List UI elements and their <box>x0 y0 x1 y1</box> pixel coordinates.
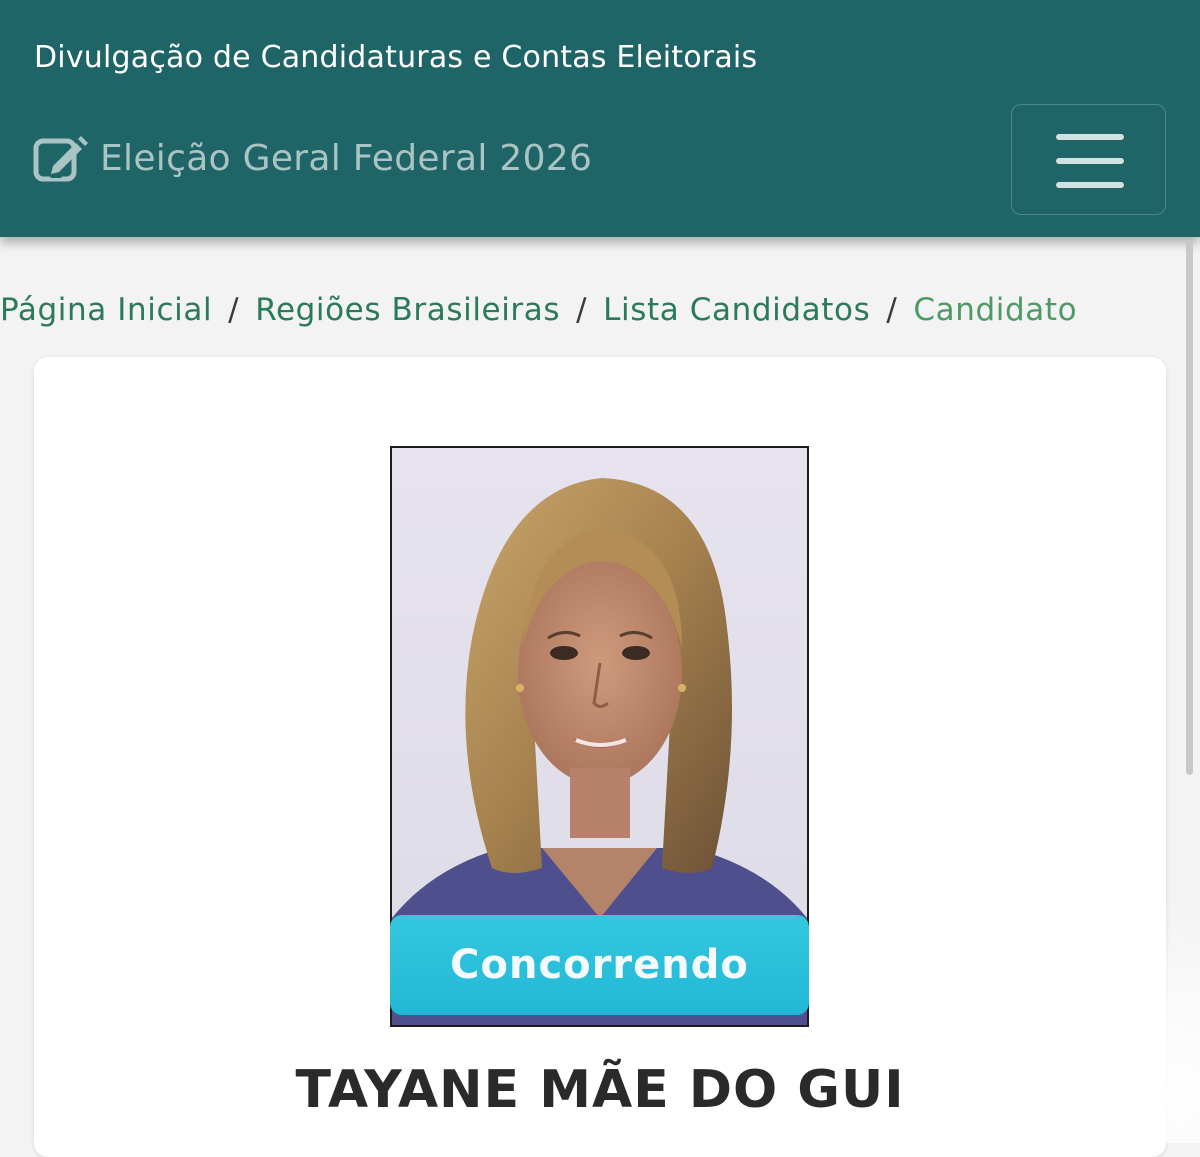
breadcrumb-separator: / <box>576 292 588 328</box>
edit-icon <box>33 136 88 182</box>
breadcrumb-regions[interactable]: Regiões Brasileiras <box>255 292 560 328</box>
breadcrumb-separator: / <box>886 292 898 328</box>
election-selector[interactable]: Eleição Geral Federal 2026 <box>32 126 592 190</box>
candidate-name: TAYANE MÃE DO GUI <box>295 1060 905 1120</box>
scrollbar[interactable] <box>1186 240 1193 775</box>
menu-button[interactable] <box>1011 104 1166 215</box>
breadcrumb: Página Inicial / Regiões Brasileiras / L… <box>0 292 1077 328</box>
breadcrumb-separator: / <box>228 292 240 328</box>
election-name: Eleição Geral Federal 2026 <box>100 137 593 179</box>
hamburger-menu-icon <box>1056 132 1124 190</box>
breadcrumb-current: Candidato <box>913 292 1078 328</box>
breadcrumb-candidate-list[interactable]: Lista Candidatos <box>603 292 870 328</box>
breadcrumb-home[interactable]: Página Inicial <box>0 292 212 328</box>
status-badge: Concorrendo <box>390 915 809 1015</box>
site-header: Divulgação de Candidaturas e Contas Elei… <box>0 0 1200 237</box>
site-title: Divulgação de Candidaturas e Contas Elei… <box>34 40 758 75</box>
